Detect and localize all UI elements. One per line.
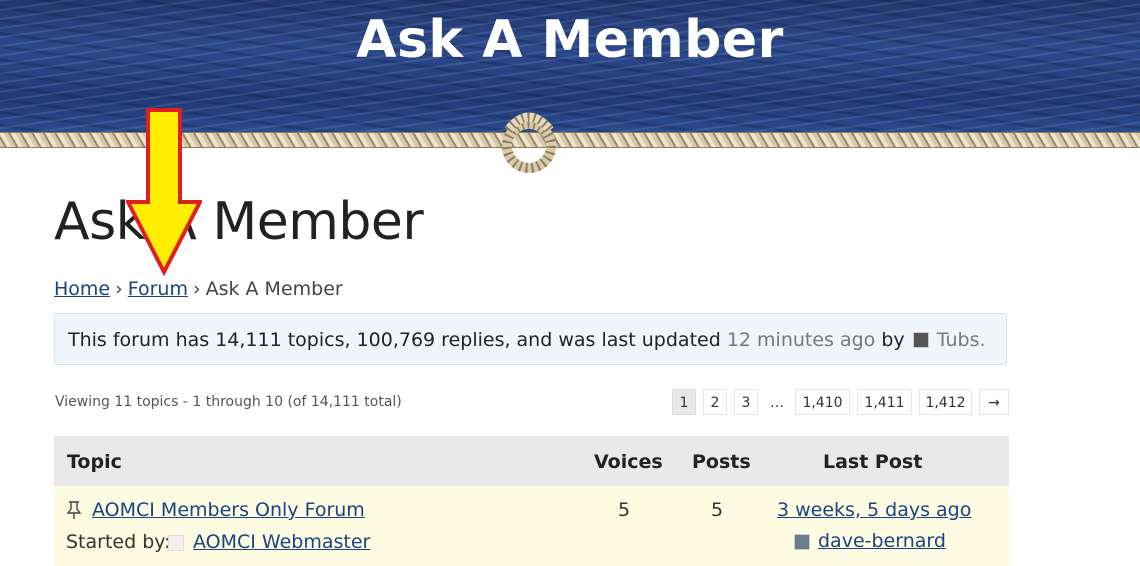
down-arrow-annotation (126, 108, 202, 276)
started-by-label: Started by: (66, 531, 171, 553)
last-post-user-link[interactable]: dave-bernard (818, 530, 946, 552)
column-header-voices: Voices (594, 451, 663, 473)
page-3-link[interactable]: 3 (734, 389, 758, 415)
site-title[interactable]: Ask A Member (0, 10, 1140, 70)
last-post-time-link[interactable]: 3 weeks, 5 days ago (777, 499, 971, 521)
by-label: by (881, 329, 905, 351)
page-2-link[interactable]: 2 (703, 389, 727, 415)
posts-count: 5 (711, 499, 724, 521)
topic-count-text: Viewing 11 topics - 1 through 10 (of 14,… (55, 394, 402, 410)
column-header-posts: Posts (692, 451, 751, 473)
forum-info-notice: This forum has 14,111 topics, 100,769 re… (54, 313, 1007, 365)
next-page-link[interactable]: → (979, 389, 1009, 415)
page-1410-link[interactable]: 1,410 (795, 389, 850, 415)
last-updated-user-link[interactable]: Tubs. (937, 329, 986, 351)
table-header: Topic Voices Posts Last Post (54, 436, 1009, 486)
table-row: AOMCI Members Only Forum Started by: AOM… (54, 486, 1009, 566)
column-header-last-post: Last Post (823, 451, 923, 473)
page-1412-link[interactable]: 1,412 (919, 389, 972, 415)
topics-table: Topic Voices Posts Last Post AOMCI Membe… (54, 436, 1009, 566)
breadcrumb-current: Ask A Member (205, 278, 343, 300)
pagination-ellipsis: … (770, 395, 784, 411)
breadcrumb: Home › Forum › Ask A Member (54, 278, 343, 300)
page-title: Ask A Member (54, 192, 424, 252)
breadcrumb-forum-link[interactable]: Forum (128, 278, 188, 300)
avatar[interactable] (912, 332, 929, 348)
breadcrumb-separator: › (115, 278, 123, 300)
rope-knot-icon (502, 112, 556, 173)
page-1411-link[interactable]: 1,411 (857, 389, 912, 415)
column-header-topic: Topic (67, 451, 122, 473)
breadcrumb-separator: › (192, 278, 201, 300)
page-1: 1 (672, 389, 696, 415)
topic-author-link[interactable]: AOMCI Webmaster (193, 531, 370, 553)
last-updated-link[interactable]: 12 minutes ago (727, 329, 876, 351)
forum-stats-text: This forum has 14,111 topics, 100,769 re… (68, 329, 721, 351)
pin-icon (66, 501, 82, 519)
breadcrumb-home-link[interactable]: Home (54, 278, 110, 300)
avatar[interactable] (794, 534, 810, 550)
avatar[interactable] (168, 535, 184, 551)
voices-count: 5 (618, 499, 631, 521)
topic-title-link[interactable]: AOMCI Members Only Forum (92, 499, 365, 521)
